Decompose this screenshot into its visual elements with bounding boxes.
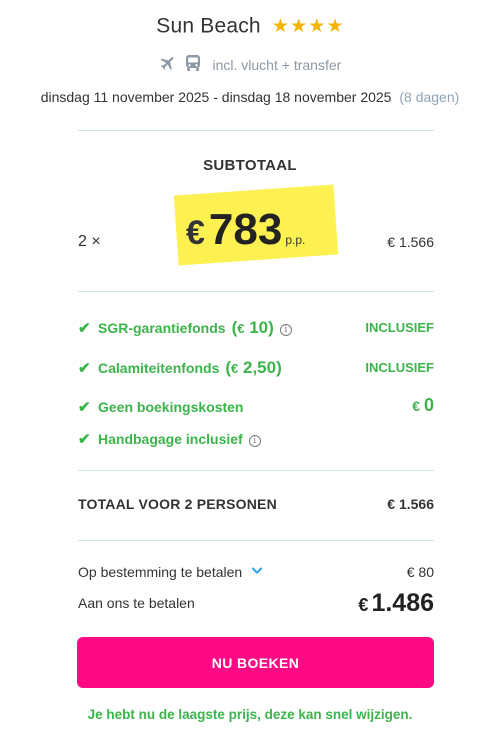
total-value: € 1.566: [387, 496, 434, 512]
feature-label: Handbagage inclusief: [98, 431, 243, 447]
subtotal-total: € 1.566: [387, 234, 434, 250]
subtotal-label: SUBTOTAAL: [203, 157, 297, 174]
feature-sgr: ✔ SGR-garantiefonds (€ 10) i: [78, 318, 292, 338]
chevron-down-icon: [252, 567, 263, 574]
divider: [78, 540, 434, 541]
bus-icon: [185, 54, 201, 75]
destination-value: € 80: [406, 564, 434, 580]
feature-boekingskosten: ✔ Geen boekingskosten: [78, 398, 243, 416]
destination-payment-toggle[interactable]: Op bestemming te betalen: [78, 564, 263, 580]
hotel-name: Sun Beach: [156, 14, 261, 38]
feature-label: Geen boekingskosten: [98, 399, 244, 415]
star-icon: ★: [326, 16, 344, 38]
star-icon: ★: [308, 16, 326, 38]
price-per-person: €783 p.p.: [186, 205, 305, 255]
duration: (8 dagen): [399, 89, 460, 105]
check-icon: ✔: [78, 431, 91, 448]
check-icon: ✔: [78, 320, 91, 337]
plane-icon: [159, 54, 177, 75]
total-label: TOTAAL VOOR 2 PERSONEN: [78, 496, 277, 512]
divider: [78, 291, 434, 292]
feature-label: SGR-garantiefonds: [98, 320, 226, 336]
lowest-price-note: Je hebt nu de laagste prijs, deze kan sn…: [87, 707, 413, 722]
includes-text: incl. vlucht + transfer: [212, 56, 342, 73]
star-icon: ★: [271, 16, 290, 38]
feature-amount: (€ 2,50): [225, 358, 282, 377]
star-icon: ★: [290, 16, 308, 38]
feature-calamiteiten: ✔ Calamiteitenfonds (€ 2,50): [78, 358, 282, 378]
pay-now-amount: 1.486: [371, 589, 434, 617]
date-range: dinsdag 11 november 2025 - dinsdag 18 no…: [40, 89, 392, 105]
feature-amount: (€ 10): [231, 318, 274, 337]
quantity: 2 ×: [78, 233, 101, 250]
pay-now-value: €1.486: [358, 589, 434, 618]
currency-symbol: €: [358, 595, 369, 615]
per-person-suffix: p.p.: [285, 233, 306, 247]
check-icon: ✔: [78, 360, 91, 377]
destination-label: Op bestemming te betalen: [78, 564, 243, 580]
info-icon[interactable]: i: [279, 324, 292, 336]
info-icon[interactable]: i: [248, 435, 261, 447]
check-icon: ✔: [78, 399, 91, 416]
travel-dates: dinsdag 11 november 2025 - dinsdag 18 no…: [0, 89, 500, 105]
pay-now-label: Aan ons te betalen: [78, 595, 195, 611]
feature-label: Calamiteitenfonds: [98, 360, 220, 376]
price-amount: 783: [208, 205, 283, 254]
divider: [78, 130, 434, 131]
star-rating: ★★★★: [271, 14, 344, 38]
feature-status: INCLUSIEF: [365, 320, 434, 335]
divider: [78, 470, 434, 471]
feature-status: INCLUSIEF: [365, 360, 434, 375]
book-now-button[interactable]: NU BOEKEN: [77, 637, 434, 688]
currency-symbol: €: [186, 214, 205, 252]
hotel-title: Sun Beach ★★★★: [0, 14, 500, 38]
includes-row: incl. vlucht + transfer: [0, 54, 500, 75]
feature-cost: € 0: [412, 395, 434, 415]
feature-handbagage: ✔ Handbagage inclusief i: [78, 430, 261, 448]
